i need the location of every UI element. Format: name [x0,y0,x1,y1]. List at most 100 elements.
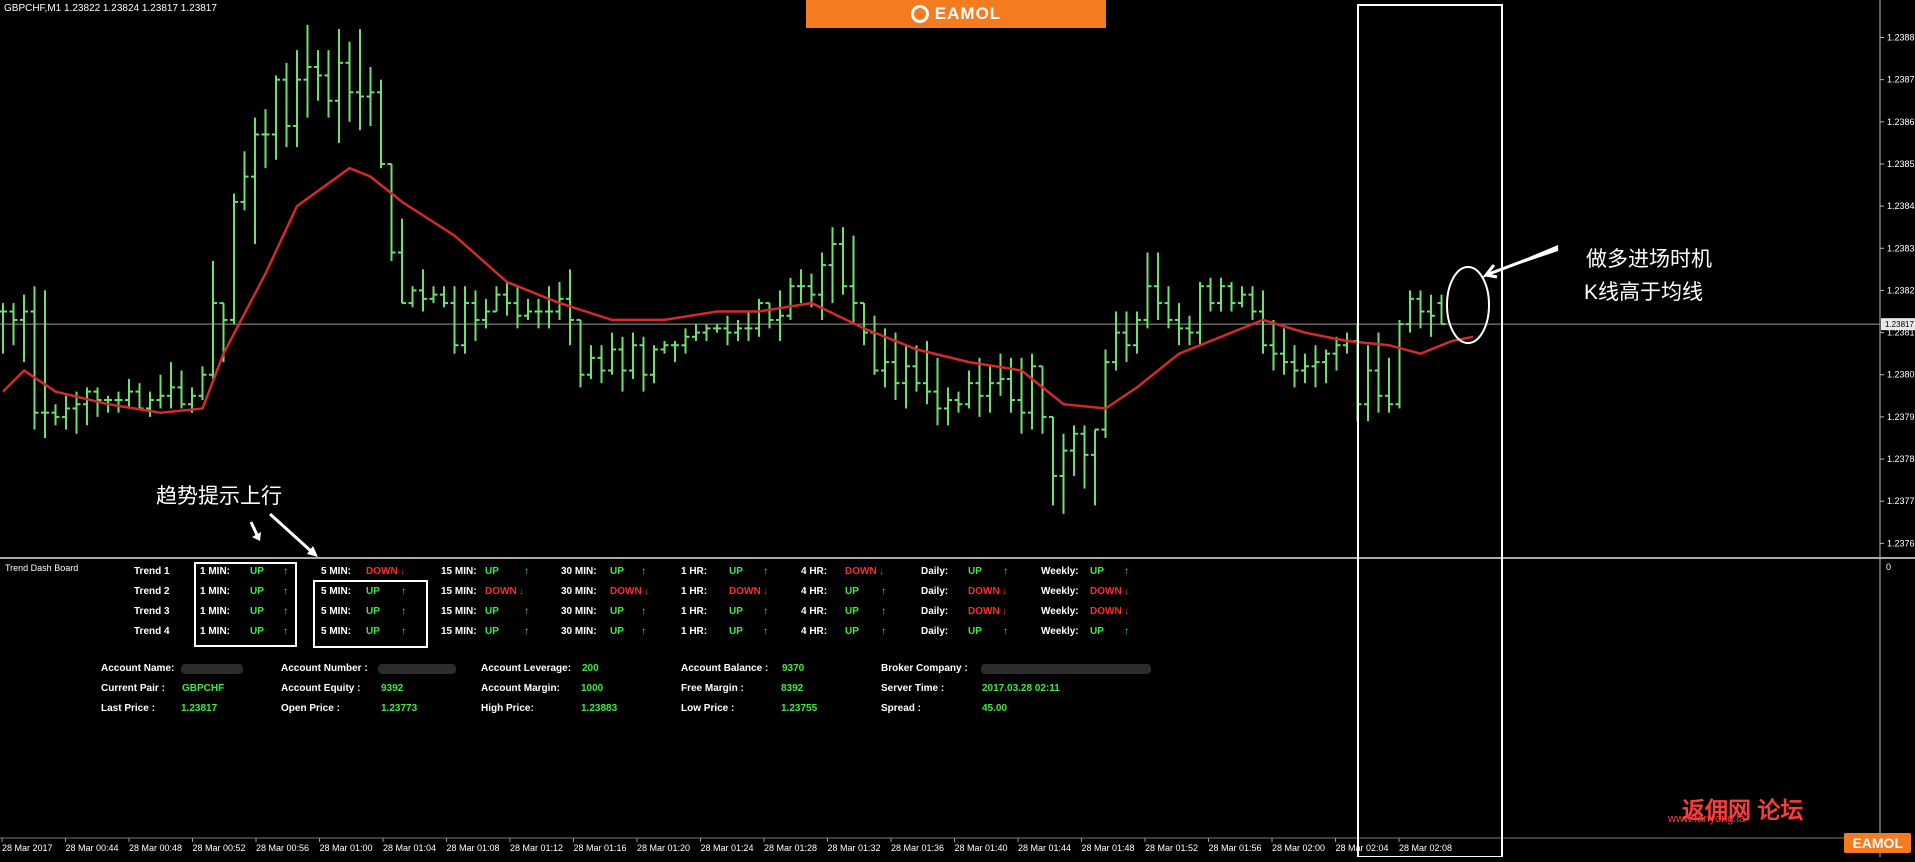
trend-value: UP [485,626,499,637]
trend-cell: 1 MIN: UP ↑ [200,566,288,577]
trend-row-name: Trend 2 [134,586,170,597]
price-tick-label: 1.23875 [1887,75,1915,85]
trend-cell: 1 MIN: UP ↑ [200,626,288,637]
arrow-down-icon: ↓ [519,586,524,597]
current-pair-label: Current Pair : [101,683,165,694]
trend-value: UP [250,586,264,597]
timeframe-label: 15 MIN: [441,586,477,597]
trend-cell: 15 MIN: UP ↑ [441,606,529,617]
account-number-redacted [378,664,456,674]
account-name: Account Name: [101,663,243,674]
account-leverage-value: 200 [582,663,599,674]
account-balance: Account Balance : 9370 [681,663,804,674]
arrow-up-icon: ↑ [1124,626,1129,637]
time-tick-label: 28 Mar 00:44 [66,843,119,853]
arrow-up-icon: ↑ [283,626,288,637]
arrow-up-icon: ↑ [401,626,406,637]
trend-cell: Weekly: DOWN ↓ [1041,586,1129,597]
price-chart[interactable]: 1.23885 1.23875 1.23865 1.23855 1.23845 1.238… [0,0,1915,858]
timeframe-label: 15 MIN: [441,606,477,617]
high-price: High Price: 1.23883 [481,703,617,714]
trend-row-name: Trend 1 [134,566,170,577]
open-price-label: Open Price : [281,703,340,714]
trend-cell: 15 MIN: DOWN ↓ [441,586,524,597]
arrow-up-icon: ↑ [1124,566,1129,577]
time-tick-label: 28 Mar 00:52 [193,843,246,853]
arrow-up-icon: ↑ [641,626,646,637]
time-tick-label: 28 Mar 01:00 [320,843,373,853]
spread: Spread : 45.00 [881,703,1007,714]
time-tick-label: 28 Mar 01:56 [1209,843,1262,853]
price-tick-label: 1.23835 [1887,243,1915,253]
timeframe-label: Weekly: [1041,626,1079,637]
broker-company-redacted [981,664,1151,674]
trend-cell: 5 MIN: UP ↑ [321,606,406,617]
time-tick-label: 28 Mar 01:48 [1082,843,1135,853]
low-price-value: 1.23755 [781,703,818,714]
trend-cell: Daily: DOWN ↓ [921,606,1007,617]
timeframe-label: 5 MIN: [321,626,351,637]
trend-cell: 1 MIN: UP ↑ [200,606,288,617]
price-tick-label: 1.23855 [1887,159,1915,169]
trend-value: DOWN [729,586,761,597]
highlight-box [1357,4,1503,858]
trend-cell: 1 HR: UP ↑ [681,626,768,637]
entry-annotation-line1: 做多进场时机 [1586,248,1712,271]
trend-cell: 4 HR: UP ↑ [801,606,886,617]
timeframe-label: 30 MIN: [561,586,597,597]
trend-cell: 15 MIN: UP ↑ [441,626,529,637]
trend-value: UP [610,606,624,617]
trend-cell: 5 MIN: UP ↑ [321,626,406,637]
timeframe-label: Weekly: [1041,586,1079,597]
arrow-up-icon: ↑ [763,606,768,617]
trend-cell: 1 HR: UP ↑ [681,606,768,617]
account-margin: Account Margin: 1000 [481,683,603,694]
time-tick-label: 28 Mar 01:24 [701,843,754,853]
trend-value: UP [968,626,982,637]
current-price-label: 1.23817 [1885,320,1914,329]
trend-cell: 5 MIN: DOWN ↓ [321,566,405,577]
trend-cell: 30 MIN: UP ↑ [561,606,646,617]
time-tick-label: 28 Mar 01:04 [383,843,436,853]
trend-value: UP [485,566,499,577]
trend-cell: 1 HR: UP ↑ [681,566,768,577]
entry-circle [1446,266,1490,344]
trend-cell: 30 MIN: UP ↑ [561,626,646,637]
timeframe-label: Daily: [921,586,949,597]
account-margin-label: Account Margin: [481,683,560,694]
trend-cell: Daily: UP ↑ [921,566,1008,577]
time-tick-label: 28 Mar 01:08 [447,843,500,853]
price-tick-label: 1.23885 [1887,33,1915,43]
price-tick-label: 1.23785 [1887,454,1915,464]
arrow-down-icon: ↓ [1124,606,1129,617]
symbol-info: GBPCHF,M1 1.23822 1.23824 1.23817 1.2381… [4,3,217,14]
trend-cell: 5 MIN: UP ↑ [321,586,406,597]
site-watermark: www.fanyong.la [1668,813,1746,825]
eamol-logo-banner: EAMOL [806,0,1106,28]
account-equity-label: Account Equity : [281,683,361,694]
time-tick-label: 28 Mar 02:08 [1399,843,1452,853]
trend-up-annotation: 趋势提示上行 [156,485,282,508]
current-pair-value: GBPCHF [182,683,225,694]
trend-value: UP [485,606,499,617]
timeframe-label: 30 MIN: [561,606,597,617]
timeframe-label: 5 MIN: [321,586,351,597]
chart-canvas[interactable]: 1.23885 1.23875 1.23865 1.23855 1.23845 1.238… [0,0,1915,858]
trend-value: DOWN [845,566,877,577]
price-tick-label: 1.23795 [1887,412,1915,422]
spread-value: 45.00 [982,703,1008,714]
trend-cell: 30 MIN: UP ↑ [561,566,646,577]
trend-value: UP [250,626,264,637]
server-time-label: Server Time : [881,683,945,694]
trend-row-name: Trend 4 [134,626,170,637]
trend-value: DOWN [1090,586,1122,597]
time-tick-label: 28 Mar 01:52 [1145,843,1198,853]
price-tick-label: 1.23825 [1887,285,1915,295]
time-tick-label: 28 Mar 01:36 [891,843,944,853]
time-tick-label: 28 Mar 00:48 [129,843,182,853]
timeframe-label: 5 MIN: [321,566,351,577]
arrow-down-icon: ↓ [879,566,884,577]
arrow-down-icon: ↓ [1002,606,1007,617]
arrow-up-icon: ↑ [763,626,768,637]
account-balance-label: Account Balance : [681,663,769,674]
